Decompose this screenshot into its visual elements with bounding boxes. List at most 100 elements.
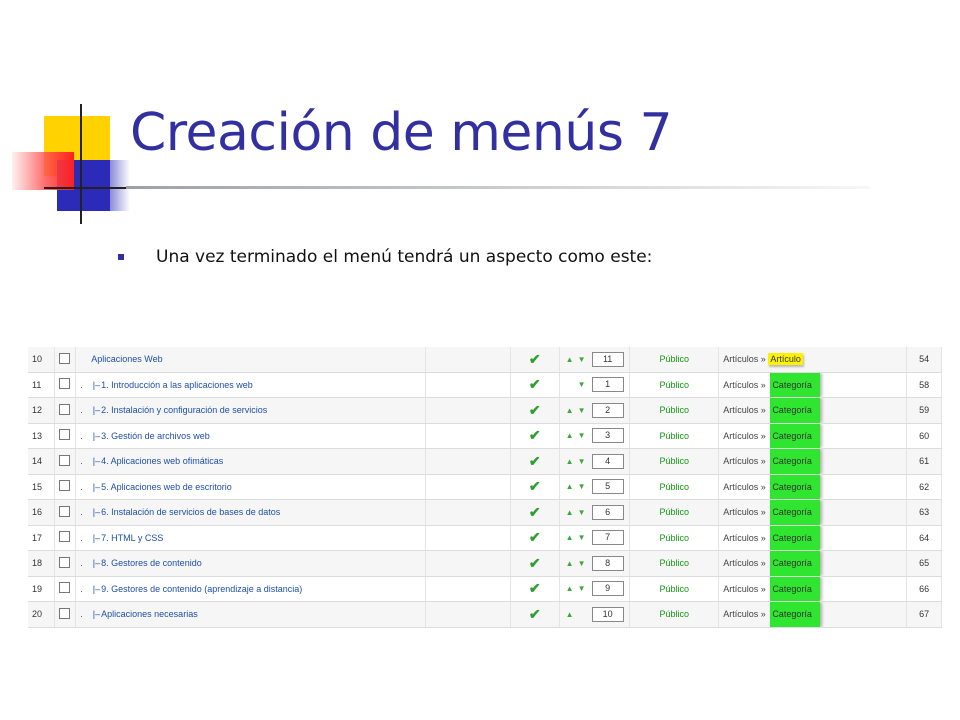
bullet-square-icon bbox=[118, 254, 124, 260]
move-up-icon[interactable]: ▲ bbox=[564, 482, 576, 491]
row-checkbox[interactable] bbox=[59, 480, 71, 492]
move-down-icon[interactable]: ▼ bbox=[576, 431, 588, 440]
move-down-icon[interactable]: ▼ bbox=[576, 355, 588, 364]
row-select-cell bbox=[54, 372, 77, 398]
published-checkmark-icon[interactable]: ✔ bbox=[529, 427, 541, 443]
logo-horizontal-line bbox=[44, 187, 126, 189]
order-input[interactable]: 3 bbox=[591, 428, 624, 444]
move-down-icon[interactable]: ▼ bbox=[576, 406, 588, 415]
menu-item-link[interactable]: 1. Introducción a las aplicaciones web bbox=[101, 380, 253, 390]
order-input[interactable]: 8 bbox=[591, 555, 624, 571]
move-up-icon[interactable]: ▲ bbox=[564, 406, 576, 415]
row-checkbox[interactable] bbox=[59, 582, 71, 594]
move-down-icon[interactable]: ▼ bbox=[576, 533, 588, 542]
order-input[interactable]: 2 bbox=[591, 402, 624, 418]
menu-item-link[interactable]: 8. Gestores de contenido bbox=[101, 558, 202, 568]
menu-item-link[interactable]: 2. Instalación y configuración de servic… bbox=[101, 405, 267, 415]
move-down-icon[interactable]: ▼ bbox=[576, 457, 588, 466]
move-down-icon[interactable]: ▼ bbox=[576, 584, 588, 593]
item-id: 62 bbox=[906, 474, 942, 500]
access-level-link[interactable]: Público bbox=[659, 456, 689, 466]
menu-type-base: Artículos » bbox=[723, 532, 769, 543]
access-level-link[interactable]: Público bbox=[659, 558, 689, 568]
published-checkmark-icon[interactable]: ✔ bbox=[529, 555, 541, 571]
access-level-link[interactable]: Público bbox=[659, 380, 689, 390]
tree-branch-icon: |– bbox=[92, 430, 101, 441]
order-cell: ▲ ▼ 9 bbox=[559, 576, 631, 602]
published-checkmark-icon[interactable]: ✔ bbox=[529, 478, 541, 494]
published-cell: ✔ bbox=[510, 576, 560, 602]
move-down-icon[interactable]: ▼ bbox=[576, 508, 588, 517]
row-checkbox[interactable] bbox=[59, 429, 71, 441]
published-checkmark-icon[interactable]: ✔ bbox=[529, 606, 541, 622]
menu-item-link[interactable]: Aplicaciones Web bbox=[91, 354, 162, 364]
move-up-icon[interactable]: ▲ bbox=[564, 508, 576, 517]
row-checkbox[interactable] bbox=[59, 607, 71, 619]
access-level-link[interactable]: Público bbox=[659, 533, 689, 543]
menu-type-base: Artículos » bbox=[723, 379, 769, 390]
table-row: 18. |–8. Gestores de contenido ✔ ▲ ▼ 8 Público… bbox=[28, 550, 942, 577]
move-down-icon[interactable]: ▼ bbox=[576, 380, 588, 389]
order-input[interactable]: 1 bbox=[591, 377, 624, 393]
move-up-icon[interactable]: ▲ bbox=[564, 457, 576, 466]
menu-item-link[interactable]: 5. Aplicaciones web de escritorio bbox=[101, 482, 232, 492]
row-checkbox[interactable] bbox=[59, 556, 71, 568]
published-checkmark-icon[interactable]: ✔ bbox=[529, 351, 541, 367]
order-input[interactable]: 10 bbox=[591, 606, 624, 622]
move-down-icon[interactable]: ▼ bbox=[576, 559, 588, 568]
order-input[interactable]: 11 bbox=[591, 351, 624, 367]
move-up-icon[interactable]: ▲ bbox=[564, 584, 576, 593]
tree-branch-icon: |– bbox=[92, 405, 101, 416]
menu-item-link[interactable]: 9. Gestores de contenido (aprendizaje a … bbox=[101, 584, 302, 594]
move-up-icon[interactable]: ▲ bbox=[564, 559, 576, 568]
move-down-icon[interactable]: ▼ bbox=[576, 482, 588, 491]
order-input[interactable]: 6 bbox=[591, 504, 624, 520]
move-up-icon[interactable]: ▲ bbox=[564, 355, 576, 364]
menu-type-sub: Categoría bbox=[770, 474, 821, 499]
item-id: 66 bbox=[906, 576, 942, 602]
order-input[interactable]: 9 bbox=[591, 581, 624, 597]
move-up-icon[interactable]: ▲ bbox=[564, 610, 576, 619]
item-id: 58 bbox=[906, 372, 942, 398]
row-checkbox[interactable] bbox=[59, 352, 71, 364]
order-input[interactable]: 4 bbox=[591, 453, 624, 469]
access-cell: Público bbox=[629, 550, 720, 577]
move-up-icon[interactable]: ▲ bbox=[564, 533, 576, 542]
row-checkbox[interactable] bbox=[59, 454, 71, 466]
menu-items-table: 10 Aplicaciones Web ✔ ▲ ▼ 11 Público Artículos … bbox=[28, 347, 942, 628]
access-level-link[interactable]: Público bbox=[659, 431, 689, 441]
row-checkbox[interactable] bbox=[59, 531, 71, 543]
order-cell: ▲ ▼ 11 bbox=[559, 347, 631, 373]
access-level-link[interactable]: Público bbox=[659, 405, 689, 415]
menu-item-link[interactable]: Aplicaciones necesarias bbox=[101, 609, 198, 619]
order-input[interactable]: 7 bbox=[591, 530, 624, 546]
published-checkmark-icon[interactable]: ✔ bbox=[529, 376, 541, 392]
order-input[interactable]: 5 bbox=[591, 479, 624, 495]
row-checkbox[interactable] bbox=[59, 403, 71, 415]
move-up-icon[interactable]: ▲ bbox=[564, 431, 576, 440]
menu-item-link[interactable]: 3. Gestión de archivos web bbox=[101, 431, 210, 441]
published-checkmark-icon[interactable]: ✔ bbox=[529, 402, 541, 418]
menu-item-link[interactable]: 6. Instalación de servicios de bases de … bbox=[101, 507, 280, 517]
access-level-link[interactable]: Público bbox=[659, 609, 689, 619]
access-level-link[interactable]: Público bbox=[659, 354, 689, 364]
published-checkmark-icon[interactable]: ✔ bbox=[529, 453, 541, 469]
published-checkmark-icon[interactable]: ✔ bbox=[529, 529, 541, 545]
row-checkbox[interactable] bbox=[59, 505, 71, 517]
menu-item-link[interactable]: 7. HTML y CSS bbox=[101, 533, 163, 543]
access-level-link[interactable]: Público bbox=[659, 584, 689, 594]
published-checkmark-icon[interactable]: ✔ bbox=[529, 504, 541, 520]
published-cell: ✔ bbox=[510, 372, 560, 398]
published-checkmark-icon[interactable]: ✔ bbox=[529, 580, 541, 596]
indent-marker: . bbox=[80, 507, 83, 518]
slide-title: Creación de menús 7 bbox=[130, 103, 673, 163]
order-cell: ▲ ▼ 3 bbox=[559, 423, 631, 449]
row-id: 18 bbox=[28, 550, 55, 577]
access-level-link[interactable]: Público bbox=[659, 482, 689, 492]
access-level-link[interactable]: Público bbox=[659, 507, 689, 517]
row-checkbox[interactable] bbox=[59, 378, 71, 390]
menu-item-link[interactable]: 4. Aplicaciones web ofimáticas bbox=[101, 456, 223, 466]
access-cell: Público bbox=[629, 576, 720, 602]
empty-cell bbox=[425, 347, 511, 373]
menu-type-sub: Categoría bbox=[770, 576, 821, 601]
